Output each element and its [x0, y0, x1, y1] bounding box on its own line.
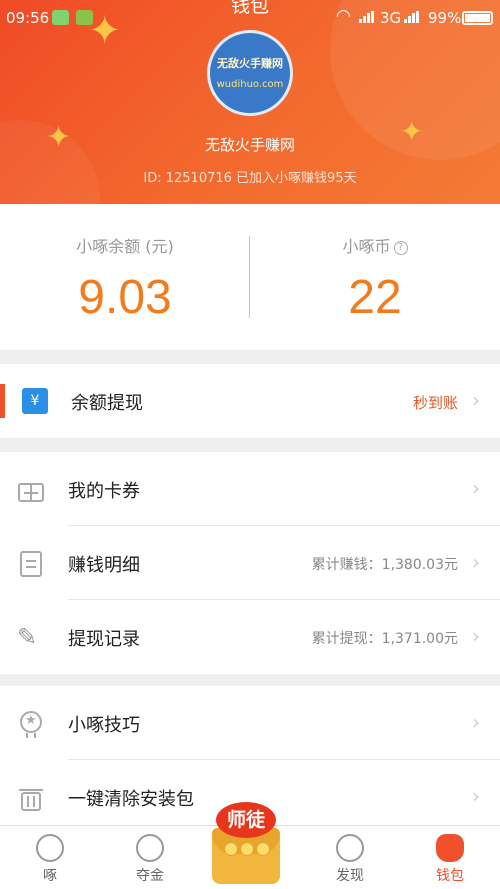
page-title: 钱包	[230, 0, 269, 17]
coin-icon	[224, 842, 238, 856]
coin-icon	[256, 842, 270, 856]
balance-panel: 小啄余额 (元) 9.03 小啄币? 22	[0, 204, 500, 350]
coin-label: 小啄币?	[250, 233, 500, 257]
tab-discover[interactable]: 发现	[300, 826, 400, 889]
chevron-right-icon: ›	[472, 784, 480, 808]
star-icon: ✦	[88, 8, 122, 54]
menu-row-earnings[interactable]: 赚钱明细 累计赚钱：1,380.03元 ›	[0, 526, 500, 600]
balance-value[interactable]: 9.03	[0, 270, 250, 325]
coin-icon	[240, 842, 254, 856]
chevron-right-icon: ›	[472, 710, 480, 734]
menu-row-tips[interactable]: ★ 小啄技巧 ›	[0, 686, 500, 760]
withdraw-card: ¥ 余额提现 秒到账 ›	[0, 364, 500, 438]
tab-gold[interactable]: 夺金	[100, 826, 200, 889]
chevron-right-icon: ›	[472, 624, 480, 648]
bulb-icon	[136, 834, 164, 862]
bird-icon	[36, 834, 64, 862]
planet-icon	[336, 834, 364, 862]
withdraw-label: 余额提现	[71, 393, 143, 414]
username: 无敌火手赚网	[204, 136, 295, 154]
mentor-apprentice-button[interactable]: 师徒	[206, 800, 286, 886]
trash-icon	[17, 783, 45, 811]
avatar[interactable]: 无敌火手赚网 wudihuo.com	[207, 30, 293, 116]
chevron-right-icon: ›	[472, 388, 480, 412]
badge-star-icon: ★	[17, 709, 45, 738]
gift-icon	[17, 475, 45, 503]
tab-wallet[interactable]: 钱包	[400, 826, 500, 889]
coin-value[interactable]: 22	[250, 270, 500, 325]
pen-icon: ✎	[17, 623, 38, 651]
yuan-withdraw-icon: ¥	[22, 388, 48, 414]
balance-label: 小啄余额 (元)	[76, 237, 174, 256]
user-id-info: ID: 12510716 已加入小啄赚钱95天	[143, 171, 357, 186]
menu-card: 我的卡券 › 赚钱明细 累计赚钱：1,380.03元 › ✎ 提现记录 累计提现…	[0, 452, 500, 674]
instant-tag: 秒到账	[412, 394, 458, 412]
profile-header: 09:56 ◠ 3G 99% 钱包 ✦ ✦ ✦ 无敌火手赚网 wudihuo.c…	[0, 0, 500, 204]
wallet-bag-icon	[436, 834, 464, 862]
chevron-right-icon: ›	[472, 550, 480, 574]
withdraw-row[interactable]: ¥ 余额提现 秒到账 ›	[0, 364, 500, 438]
clipboard-icon	[17, 549, 45, 577]
menu-row-withdraw-history[interactable]: ✎ 提现记录 累计提现：1,371.00元 ›	[0, 600, 500, 674]
tab-peck[interactable]: 啄	[0, 826, 100, 889]
mentor-badge: 师徒	[216, 802, 276, 838]
chevron-right-icon: ›	[472, 476, 480, 500]
menu-row-coupons[interactable]: 我的卡券 ›	[0, 452, 500, 526]
help-icon[interactable]: ?	[393, 241, 408, 255]
